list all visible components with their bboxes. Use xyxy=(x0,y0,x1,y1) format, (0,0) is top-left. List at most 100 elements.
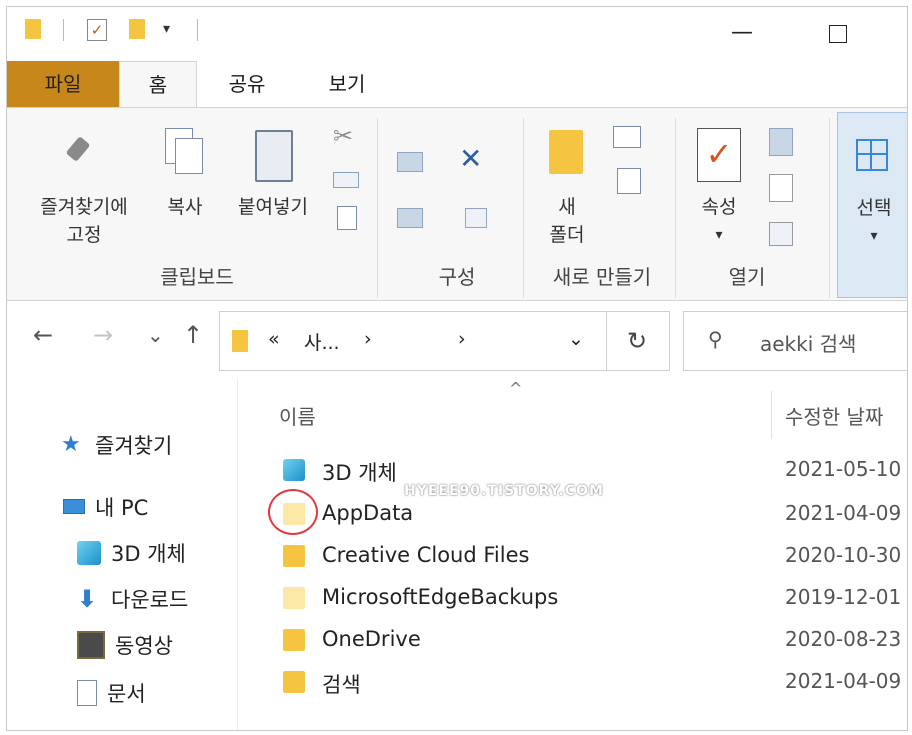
address-bar[interactable]: « 사... › › ⌄ xyxy=(219,311,607,371)
nav-item-documents[interactable]: 문서 xyxy=(77,677,146,709)
column-header-date[interactable]: 수정한 날짜 xyxy=(785,401,883,430)
path-segment[interactable]: 사... xyxy=(304,328,340,355)
paste-shortcut-icon[interactable] xyxy=(337,206,357,230)
nav-item-label: 즐겨찾기 xyxy=(95,434,173,458)
back-button[interactable]: ← xyxy=(33,321,53,349)
address-dropdown-button[interactable]: ⌄ xyxy=(568,328,584,350)
file-name: OneDrive xyxy=(322,627,421,651)
ribbon-tabs: 파일 홈 공유 보기 xyxy=(7,61,907,108)
folder-icon xyxy=(283,629,305,651)
pin-label-line1: 즐겨찾기에 xyxy=(40,196,128,218)
divider xyxy=(377,118,378,298)
maximize-button[interactable] xyxy=(817,13,857,53)
navigation-bar: ← → ⌄ ↑ « 사... › › ⌄ ↻ ⚲ aekki 검색 xyxy=(7,307,907,373)
sort-indicator-icon: ^ xyxy=(509,379,523,398)
pin-icon xyxy=(65,136,91,162)
new-folder-label-line2: 폴더 xyxy=(549,224,585,246)
file-row[interactable]: Creative Cloud Files 2020-10-30 xyxy=(239,537,907,577)
rename-icon[interactable] xyxy=(465,208,487,228)
nav-item-label: 다운로드 xyxy=(111,588,189,612)
tab-file[interactable]: 파일 xyxy=(7,61,119,107)
search-box[interactable]: ⚲ aekki 검색 xyxy=(683,311,907,371)
recent-locations-button[interactable]: ⌄ xyxy=(147,323,164,347)
file-row[interactable]: MicrosoftEdgeBackups 2019-12-01 xyxy=(239,579,907,619)
nav-item-label: 내 PC xyxy=(95,496,149,520)
file-name: 검색 xyxy=(322,673,361,697)
pin-label-line2: 고정 xyxy=(66,224,102,246)
file-row[interactable]: OneDrive 2020-08-23 xyxy=(239,621,907,661)
maximize-icon xyxy=(829,25,847,43)
tab-view[interactable]: 보기 xyxy=(307,61,387,107)
customize-quick-access-dropdown[interactable]: ▾ xyxy=(163,21,170,37)
3d-objects-icon xyxy=(77,541,101,565)
file-name: AppData xyxy=(322,501,414,525)
video-icon xyxy=(77,631,105,659)
download-icon: ⬇ xyxy=(77,585,98,613)
tab-home[interactable]: 홈 xyxy=(119,61,197,108)
file-date: 2019-12-01 xyxy=(785,585,902,609)
path-separator[interactable]: › xyxy=(364,328,372,350)
forward-button[interactable]: → xyxy=(93,321,113,349)
refresh-button[interactable]: ↻ xyxy=(605,311,670,371)
path-separator[interactable]: › xyxy=(458,328,466,350)
navigation-pane: ★ 즐겨찾기 내 PC 3D 개체 ⬇ 다운로드 동영상 문서 xyxy=(7,379,238,730)
clipboard-group-label: 클립보드 xyxy=(160,265,234,289)
column-header-name[interactable]: 이름 xyxy=(279,401,316,430)
divider xyxy=(675,118,676,298)
paste-label: 붙여넣기 xyxy=(238,196,308,218)
minimize-button[interactable]: — xyxy=(722,13,762,53)
file-date: 2021-05-10 xyxy=(785,457,902,481)
select-button[interactable]: 선택 ▾ xyxy=(837,112,907,298)
nav-item-videos[interactable]: 동영상 xyxy=(77,629,173,661)
watermark: HYEEE90.TISTORY.COM xyxy=(404,483,604,499)
properties-label: 속성 xyxy=(701,196,737,218)
nav-item-3d-objects[interactable]: 3D 개체 xyxy=(77,537,186,569)
nav-item-downloads[interactable]: ⬇ 다운로드 xyxy=(77,583,188,615)
open-icon[interactable] xyxy=(769,128,793,156)
divider xyxy=(197,19,198,41)
file-date: 2021-04-09 xyxy=(785,669,902,693)
divider xyxy=(63,19,64,41)
copy-label: 복사 xyxy=(167,196,203,218)
easy-access-icon[interactable] xyxy=(617,168,641,194)
delete-icon[interactable]: ✕ xyxy=(459,142,482,175)
search-folder-icon xyxy=(283,671,305,693)
copy-to-icon[interactable] xyxy=(397,208,423,228)
move-to-icon[interactable] xyxy=(397,152,423,172)
nav-item-label: 3D 개체 xyxy=(111,542,186,566)
file-row[interactable]: AppData 2021-04-09 xyxy=(239,495,907,535)
properties-dropdown-icon: ▾ xyxy=(715,227,723,243)
nav-item-quick-access[interactable]: ★ 즐겨찾기 xyxy=(61,429,172,461)
nav-item-this-pc[interactable]: 내 PC xyxy=(61,491,148,523)
edit-icon[interactable] xyxy=(769,174,793,202)
new-folder-label-line1: 새 xyxy=(558,196,576,218)
organize-group-label: 구성 xyxy=(438,265,476,289)
select-dropdown-icon: ▾ xyxy=(870,228,878,244)
hidden-folder-icon xyxy=(283,587,305,609)
properties-icon: ✓ xyxy=(697,128,741,182)
paste-icon xyxy=(255,130,293,182)
star-icon: ★ xyxy=(61,432,81,457)
new-folder-quick-icon[interactable] xyxy=(129,19,145,39)
path-overflow[interactable]: « xyxy=(268,328,280,350)
up-button[interactable]: ↑ xyxy=(183,321,203,349)
file-name: MicrosoftEdgeBackups xyxy=(322,585,559,609)
tab-share[interactable]: 공유 xyxy=(212,61,282,107)
new-folder-icon xyxy=(549,130,583,174)
file-date: 2020-10-30 xyxy=(785,543,902,567)
cut-icon[interactable]: ✂ xyxy=(333,122,353,150)
new-item-icon[interactable] xyxy=(613,126,641,148)
file-explorer-window: ✓ ▾ — 파일 홈 공유 보기 즐겨찾기에 고정 복사 붙여넣기 ✂ 클립보드… xyxy=(6,6,908,731)
copy-path-icon[interactable] xyxy=(333,172,359,188)
file-row[interactable]: 검색 2021-04-09 xyxy=(239,663,907,703)
search-input[interactable]: aekki 검색 xyxy=(760,328,856,357)
highlight-circle xyxy=(268,489,318,535)
properties-quick-icon[interactable]: ✓ xyxy=(87,19,107,41)
select-label: 선택 xyxy=(856,197,892,219)
file-name: Creative Cloud Files xyxy=(322,543,530,567)
history-icon[interactable] xyxy=(769,222,793,246)
file-date: 2020-08-23 xyxy=(785,627,902,651)
ribbon: 즐겨찾기에 고정 복사 붙여넣기 ✂ 클립보드 ✕ 구성 새 폴더 새로 만들기… xyxy=(7,107,907,301)
column-divider[interactable] xyxy=(771,391,772,439)
folder-icon xyxy=(232,330,248,352)
